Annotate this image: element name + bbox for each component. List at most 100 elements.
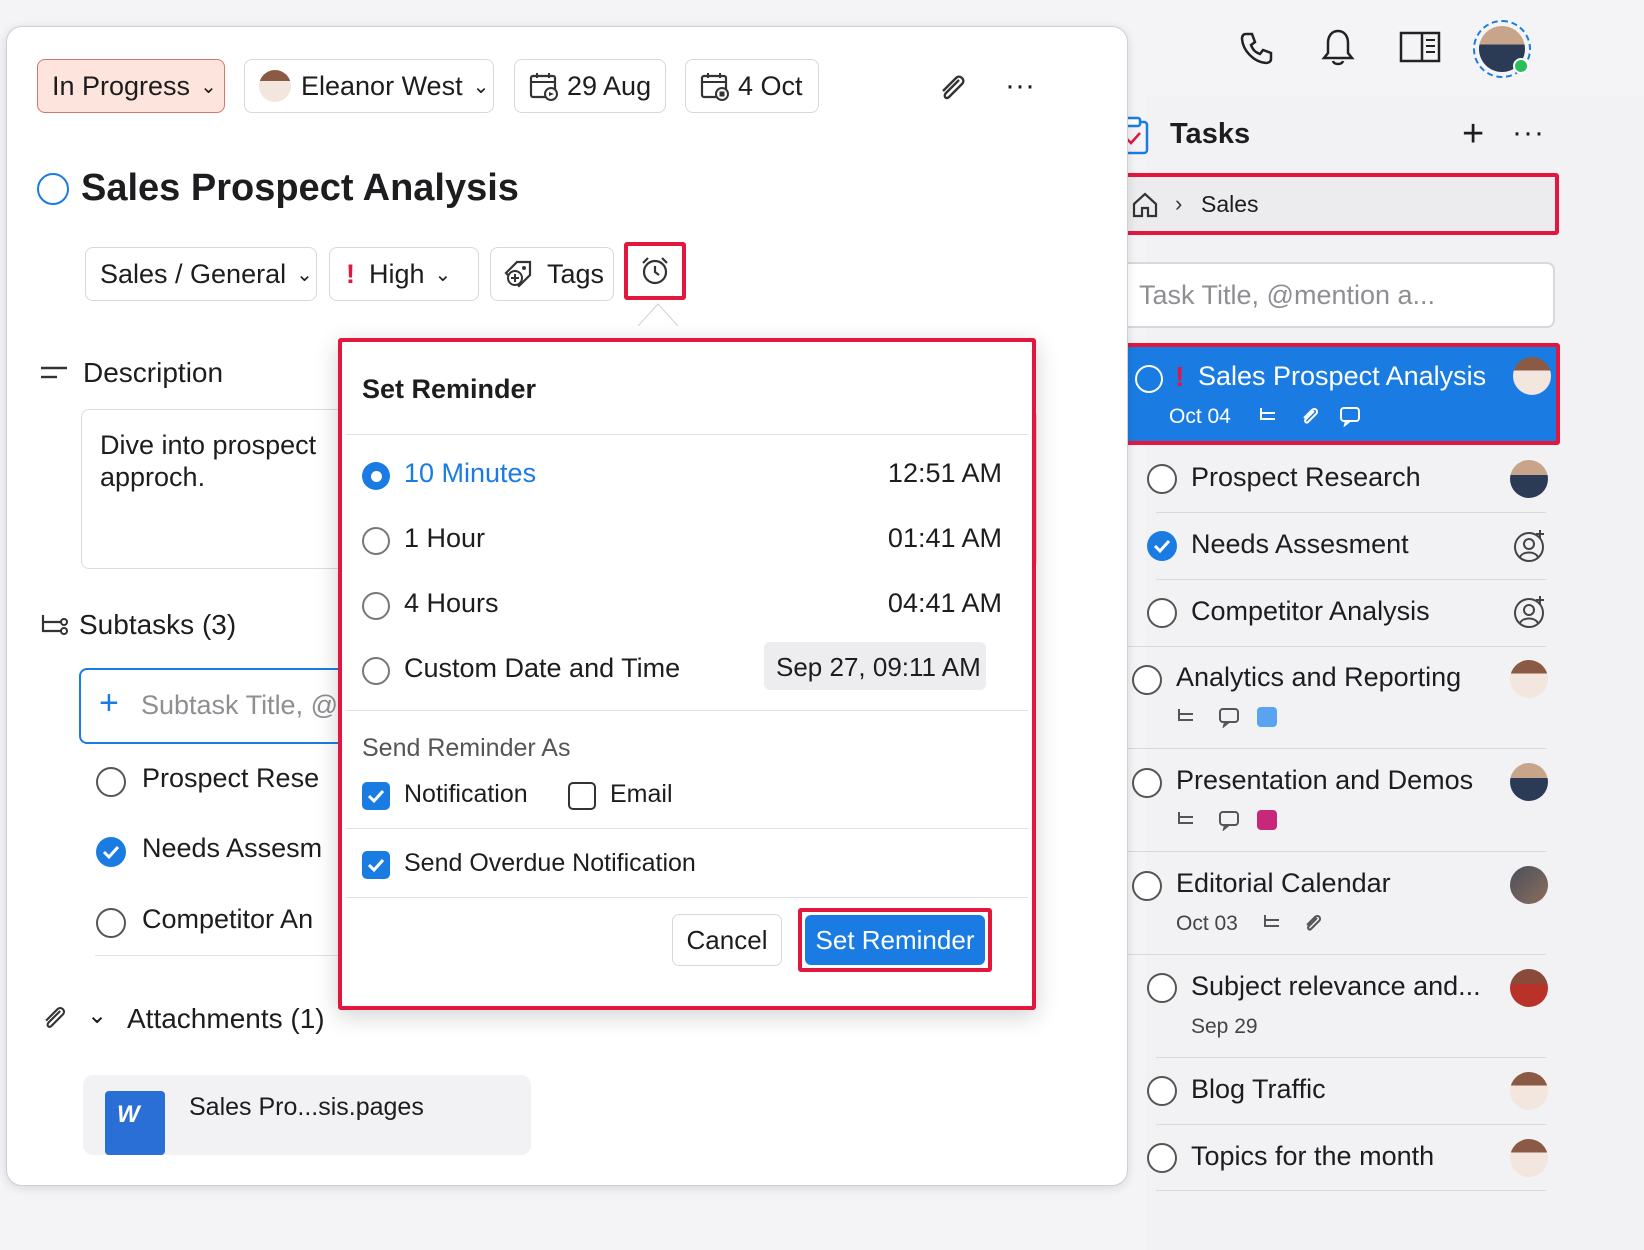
- option-label[interactable]: 1 Hour: [404, 523, 485, 554]
- chevron-down-icon[interactable]: ⌄: [87, 1001, 107, 1030]
- attachment-icon: [1302, 912, 1324, 934]
- more-options-icon[interactable]: ···: [1005, 69, 1035, 103]
- chevron-right-icon: ›: [1175, 191, 1183, 216]
- description-label: Description: [83, 357, 224, 388]
- user-avatar[interactable]: [1473, 20, 1531, 78]
- task-title[interactable]: Blog Traffic: [1191, 1074, 1326, 1105]
- option-label[interactable]: Custom Date and Time: [404, 653, 680, 684]
- task-complete-circle[interactable]: [1147, 1143, 1177, 1173]
- email-checkbox[interactable]: [568, 782, 596, 810]
- tags-label: Tags: [547, 258, 605, 289]
- add-task-icon[interactable]: +: [1462, 115, 1484, 153]
- task-complete-circle[interactable]: [1132, 665, 1162, 695]
- task-title[interactable]: Prospect Research: [1191, 462, 1421, 493]
- due-date-button[interactable]: 4 Oct: [685, 59, 819, 113]
- priority-label: High: [369, 258, 425, 289]
- tags-button[interactable]: Tags: [490, 247, 614, 301]
- radio-10-minutes[interactable]: [362, 462, 390, 490]
- task-complete-circle[interactable]: [1135, 365, 1163, 393]
- status-label: In Progress: [52, 70, 191, 101]
- option-time: 01:41 AM: [887, 523, 1002, 553]
- overdue-notification-label: Send Overdue Notification: [404, 849, 696, 877]
- task-checked-icon[interactable]: [1147, 531, 1177, 561]
- option-label[interactable]: 10 Minutes: [404, 458, 536, 489]
- task-complete-circle[interactable]: [1147, 598, 1177, 628]
- task-complete-circle[interactable]: [1132, 768, 1162, 798]
- divider: [346, 434, 1028, 435]
- online-status-dot: [1513, 58, 1529, 74]
- assign-user-icon[interactable]: [1512, 528, 1548, 564]
- radio-custom-date[interactable]: [362, 657, 390, 685]
- row-divider: [1156, 512, 1546, 513]
- notification-checkbox[interactable]: [362, 782, 390, 810]
- task-input-placeholder: Task Title, @mention a...: [1139, 280, 1436, 310]
- more-options-icon[interactable]: ···: [1512, 116, 1545, 150]
- radio-4-hours[interactable]: [362, 592, 390, 620]
- task-assignee-avatar: [1510, 460, 1548, 498]
- pages-doc-icon: W: [105, 1091, 165, 1155]
- subtask-checked-icon[interactable]: [96, 837, 126, 867]
- assignee-dropdown[interactable]: Eleanor West ⌄: [244, 59, 494, 113]
- subtask-complete-circle[interactable]: [96, 767, 126, 797]
- subtask-title[interactable]: Prospect Rese: [142, 763, 319, 794]
- task-assignee-avatar: [1510, 763, 1548, 801]
- calendar-due-icon: [700, 71, 730, 101]
- cancel-button[interactable]: Cancel: [672, 914, 782, 966]
- set-reminder-button-highlight: Set Reminder: [798, 908, 992, 972]
- bell-icon[interactable]: [1318, 26, 1358, 68]
- row-divider: [1126, 748, 1546, 749]
- panel-title: Tasks: [1170, 118, 1251, 150]
- due-date: 4 Oct: [738, 70, 803, 101]
- priority-high-icon: !: [346, 258, 355, 289]
- reminder-button[interactable]: [624, 242, 686, 300]
- chevron-down-icon: ⌄: [434, 263, 452, 286]
- task-assignee-avatar: [1513, 357, 1551, 395]
- subtask-icon: [1258, 405, 1280, 427]
- task-title[interactable]: Subject relevance and...: [1191, 971, 1481, 1002]
- task-complete-circle[interactable]: [1132, 871, 1162, 901]
- email-label: Email: [610, 780, 673, 808]
- breadcrumb[interactable]: › Sales: [1103, 173, 1559, 235]
- row-divider: [1156, 1124, 1546, 1125]
- popover-arrow: [638, 302, 678, 326]
- overdue-notification-checkbox[interactable]: [362, 851, 390, 879]
- send-as-label: Send Reminder As: [362, 734, 571, 762]
- status-dropdown[interactable]: In Progress ⌄: [37, 59, 225, 113]
- task-title[interactable]: Competitor Analysis: [1191, 596, 1430, 627]
- radio-1-hour[interactable]: [362, 527, 390, 555]
- set-reminder-button[interactable]: Set Reminder: [805, 915, 985, 965]
- task-complete-circle[interactable]: [1147, 464, 1177, 494]
- task-title: Sales Prospect Analysis: [1198, 361, 1487, 391]
- task-title[interactable]: Presentation and Demos: [1176, 765, 1473, 796]
- attachment-item[interactable]: W Sales Pro...sis.pages: [83, 1075, 531, 1155]
- task-title[interactable]: Sales Prospect Analysis: [81, 167, 519, 210]
- task-complete-circle[interactable]: [37, 173, 69, 205]
- calendar-start-icon: [529, 71, 559, 101]
- task-row-sales-prospect-analysis[interactable]: ⌄ ! Sales Prospect Analysis Oct 04: [1099, 343, 1560, 445]
- option-label[interactable]: 4 Hours: [404, 588, 499, 619]
- subtask-complete-circle[interactable]: [96, 908, 126, 938]
- description-icon: [39, 363, 69, 383]
- subtask-title[interactable]: Needs Assesm: [142, 833, 322, 864]
- task-title[interactable]: Topics for the month: [1191, 1141, 1434, 1172]
- custom-datetime-picker[interactable]: Sep 27, 09:11 AM: [764, 642, 986, 690]
- task-title-input[interactable]: Task Title, @mention a...: [1103, 262, 1555, 328]
- start-date-button[interactable]: 29 Aug: [514, 59, 666, 113]
- chevron-down-icon: ⌄: [200, 75, 217, 98]
- sidebar-toggle-icon[interactable]: [1398, 30, 1442, 66]
- priority-dropdown[interactable]: ! High ⌄: [329, 247, 479, 301]
- subtasks-label: Subtasks (3): [79, 609, 237, 640]
- breadcrumb-sales[interactable]: Sales: [1201, 191, 1259, 218]
- task-title[interactable]: Needs Assesment: [1191, 529, 1409, 560]
- subtask-title[interactable]: Competitor An: [142, 904, 313, 935]
- task-title[interactable]: Editorial Calendar: [1176, 868, 1391, 899]
- task-complete-circle[interactable]: [1147, 1076, 1177, 1106]
- task-title[interactable]: Analytics and Reporting: [1176, 662, 1461, 693]
- attachment-icon[interactable]: [935, 71, 969, 105]
- row-divider: [1126, 646, 1546, 647]
- assign-user-icon[interactable]: [1512, 594, 1548, 630]
- row-divider: [1156, 579, 1546, 580]
- phone-icon[interactable]: [1236, 28, 1276, 68]
- list-dropdown[interactable]: Sales / General ⌄: [85, 247, 317, 301]
- task-complete-circle[interactable]: [1147, 973, 1177, 1003]
